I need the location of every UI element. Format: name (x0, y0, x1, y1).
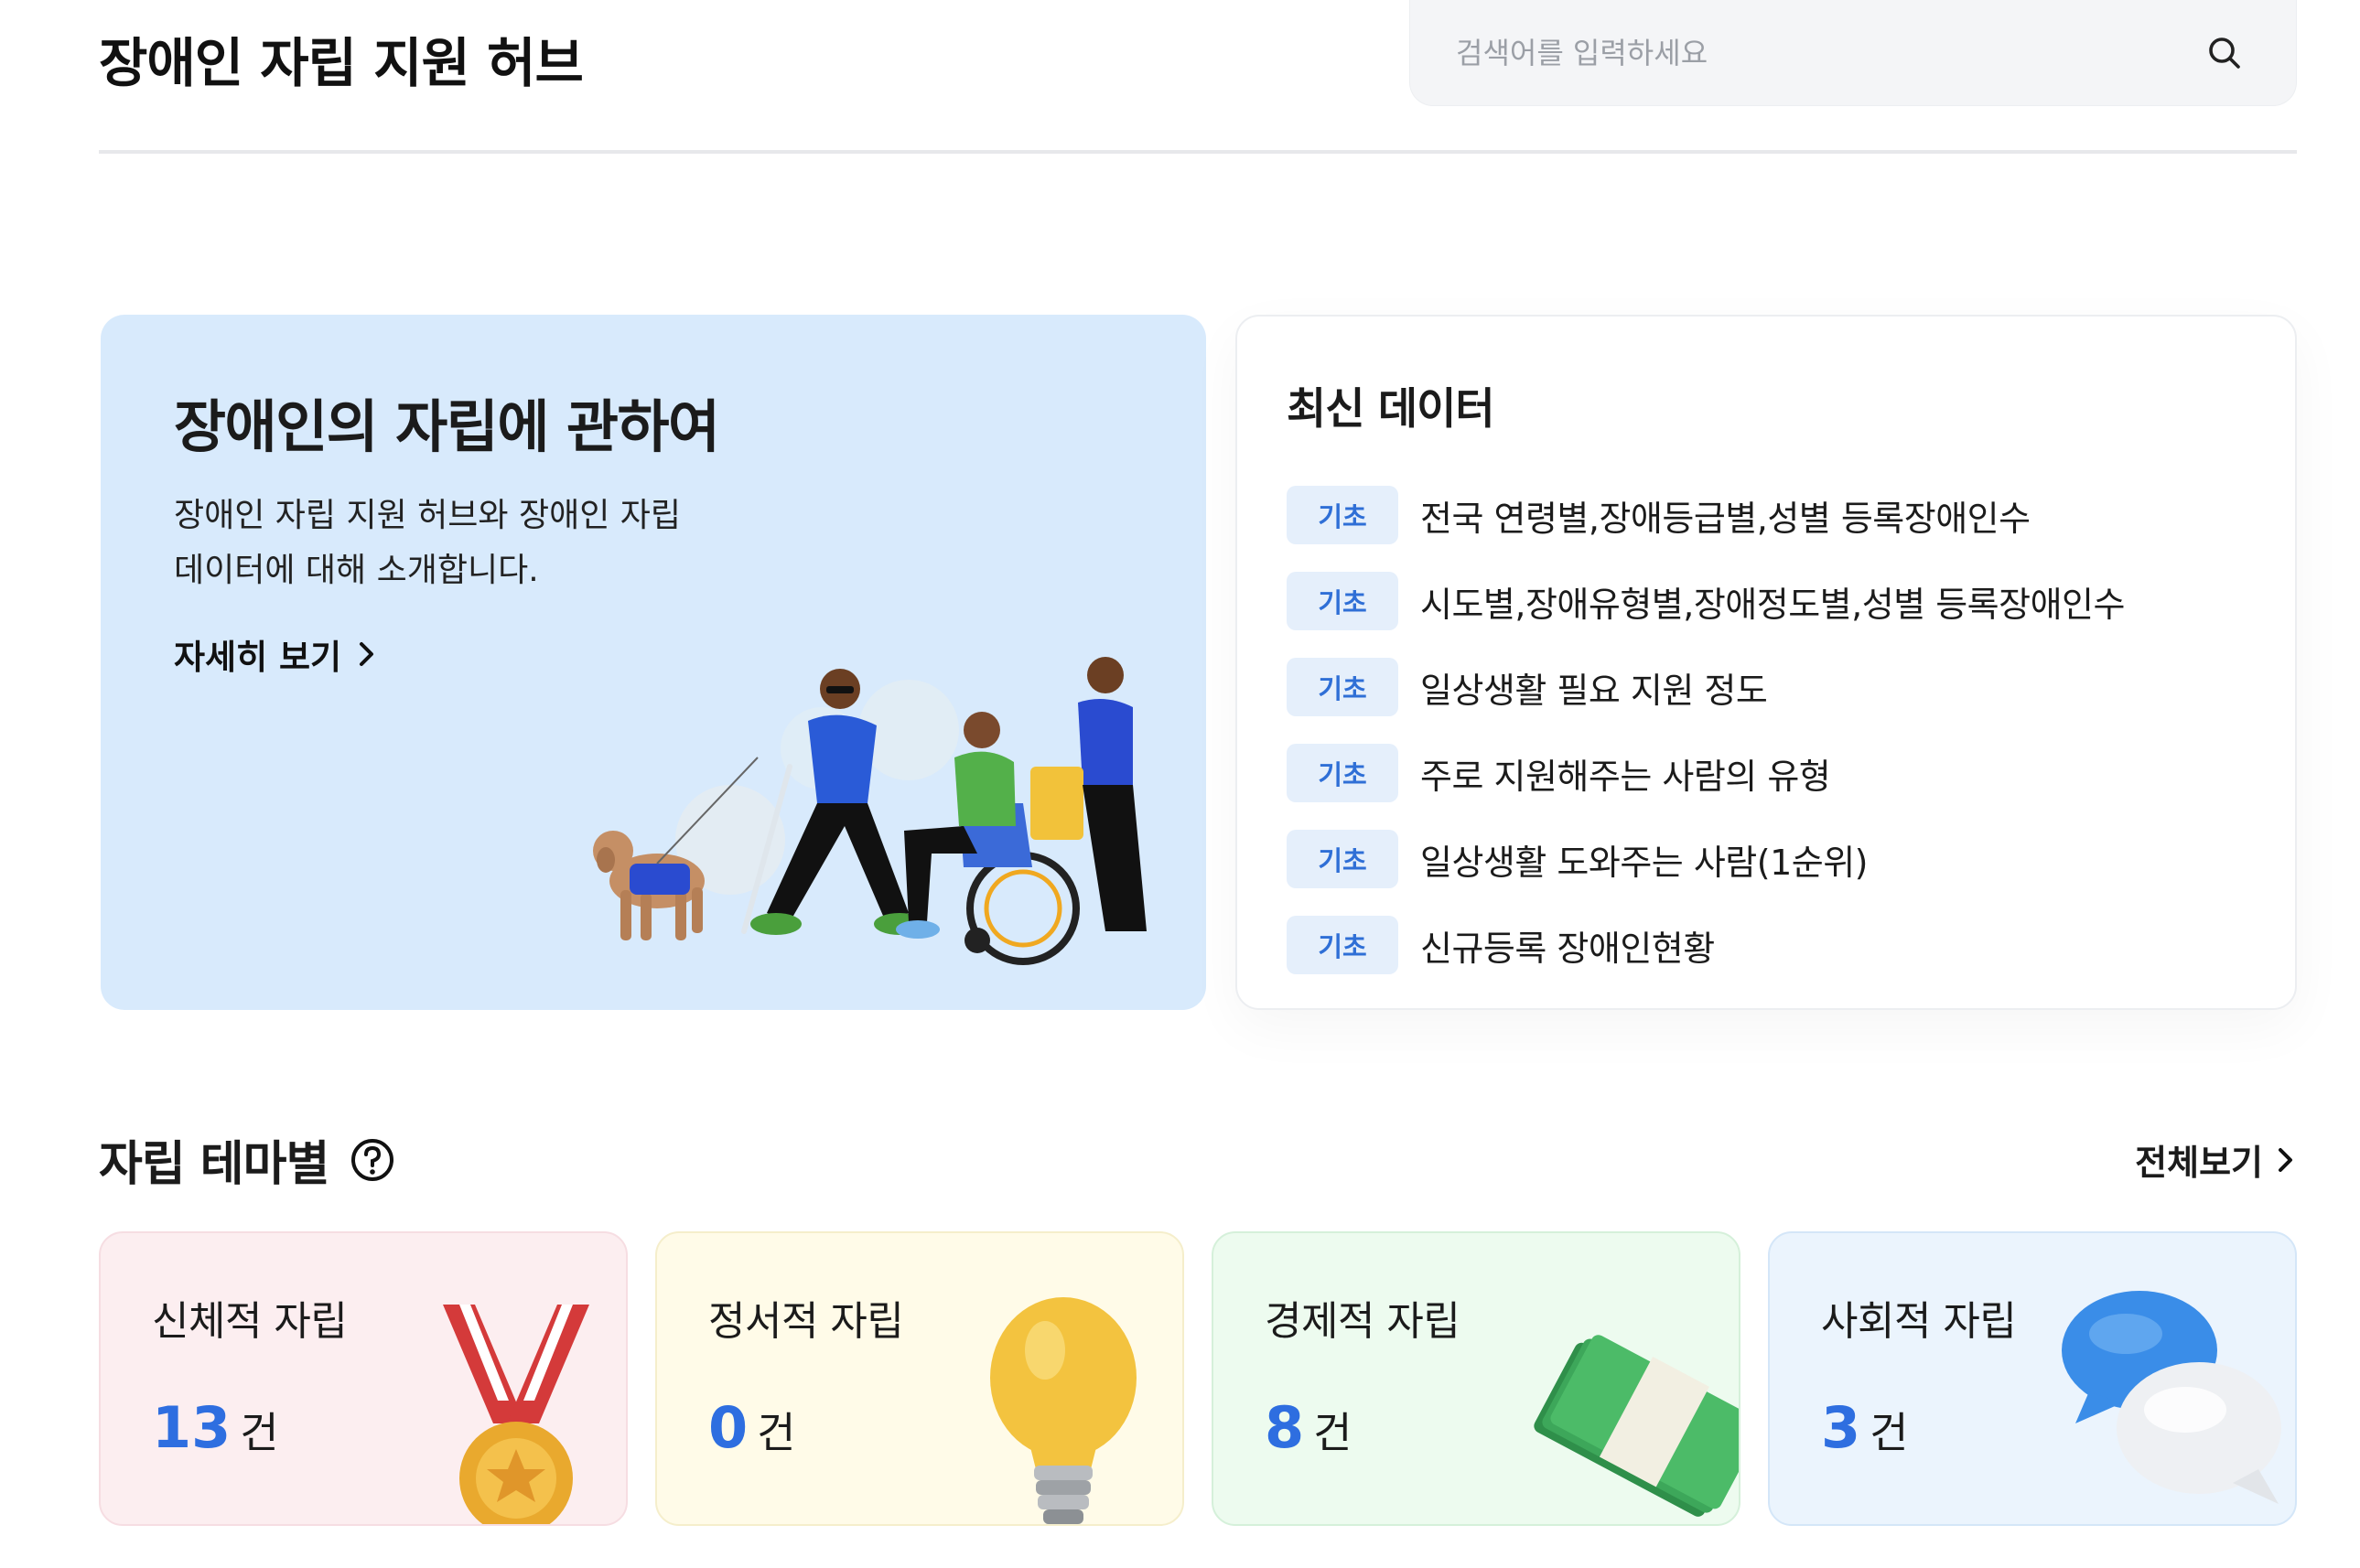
page: 장애인 자립 지원 허브 장애인의 자립에 관하여 장애인 자립 지원 허브와 … (0, 0, 2360, 1568)
theme-card-title: 경제적 자립 (1265, 1298, 1460, 1345)
view-all-link[interactable]: 전체보기 (2135, 1134, 2296, 1185)
medal-icon (443, 1305, 589, 1524)
theme-card-physical[interactable]: 신체적 자립 13 건 (99, 1231, 628, 1526)
latest-data-item-title: 주로 지원해주는 사람의 유형 (1420, 756, 1831, 797)
category-badge: 기초 (1287, 916, 1398, 974)
latest-data-list: 기초 전국 연령별,장애등급별,성별 등록장애인수 기초 시도별,장애유형별,장… (1287, 472, 2257, 988)
chevron-right-icon (360, 642, 374, 666)
theme-card-social[interactable]: 사회적 자립 3 건 (1768, 1231, 2297, 1526)
count-unit: 건 (1870, 1408, 1909, 1457)
latest-data-item[interactable]: 기초 전국 연령별,장애등급별,성별 등록장애인수 (1287, 472, 2257, 558)
theme-section-header: 자립 테마별 (99, 1125, 396, 1194)
speech-bubbles-icon (2062, 1291, 2281, 1504)
latest-data-item-title: 일상생활 필요 지원 정도 (1420, 670, 1768, 711)
count-number: 0 (708, 1394, 749, 1461)
search-button[interactable] (2199, 27, 2250, 79)
search-icon (2209, 37, 2240, 69)
theme-card-economic[interactable]: 경제적 자립 8 건 (1212, 1231, 1740, 1526)
theme-card-title: 사회적 자립 (1821, 1298, 2017, 1345)
search-bar (1409, 0, 2297, 106)
search-input[interactable] (1456, 35, 2199, 70)
category-badge: 기초 (1287, 830, 1398, 888)
intro-description: 장애인 자립 지원 허브와 장애인 자립 데이터에 대해 소개합니다. (174, 489, 760, 598)
theme-card-count: 8 건 (1265, 1394, 1352, 1461)
help-icon[interactable] (349, 1136, 396, 1184)
count-number: 13 (152, 1394, 232, 1461)
latest-data-title: 최신 데이터 (1287, 384, 1495, 435)
latest-data-item-title: 일상생활 도와주는 사람(1순위) (1420, 842, 1869, 883)
theme-card-title: 신체적 자립 (152, 1298, 348, 1345)
view-all-label: 전체보기 (2135, 1143, 2263, 1183)
intro-more-label: 자세히 보기 (174, 638, 342, 677)
count-unit: 건 (757, 1408, 796, 1457)
intro-description-line: 데이터에 대해 소개합니다. (174, 552, 539, 589)
latest-data-card: 최신 데이터 기초 전국 연령별,장애등급별,성별 등록장애인수 기초 시도별,… (1235, 315, 2297, 1010)
count-number: 3 (1821, 1394, 1861, 1461)
intro-title: 장애인의 자립에 관하여 (174, 393, 720, 460)
count-unit: 건 (1313, 1408, 1352, 1457)
latest-data-item[interactable]: 기초 주로 지원해주는 사람의 유형 (1287, 730, 2257, 816)
count-unit: 건 (240, 1408, 279, 1457)
theme-card-emotional[interactable]: 정서적 자립 0 건 (655, 1231, 1184, 1526)
theme-card-count: 13 건 (152, 1394, 279, 1461)
category-badge: 기초 (1287, 486, 1398, 544)
theme-section-title: 자립 테마별 (99, 1137, 329, 1192)
intro-card: 장애인의 자립에 관하여 장애인 자립 지원 허브와 장애인 자립 데이터에 대… (101, 315, 1206, 1010)
intro-more-link[interactable]: 자세히 보기 (174, 629, 378, 679)
category-badge: 기초 (1287, 572, 1398, 630)
header-divider (99, 150, 2297, 154)
lightbulb-icon (990, 1297, 1137, 1524)
latest-data-item-title: 시도별,장애유형별,장애정도별,성별 등록장애인수 (1420, 584, 2125, 625)
site-title[interactable]: 장애인 자립 지원 허브 (99, 20, 584, 97)
latest-data-item-title: 전국 연령별,장애등급별,성별 등록장애인수 (1420, 498, 2031, 539)
category-badge: 기초 (1287, 658, 1398, 716)
theme-card-count: 0 건 (708, 1394, 795, 1461)
latest-data-item[interactable]: 기초 일상생활 필요 지원 정도 (1287, 644, 2257, 730)
chevron-right-icon (2279, 1147, 2292, 1172)
latest-data-item-title: 신규등록 장애인현황 (1420, 928, 1715, 969)
latest-data-item[interactable]: 기초 일상생활 도와주는 사람(1순위) (1287, 816, 2257, 902)
count-number: 8 (1265, 1394, 1305, 1461)
people-walking-illustration (593, 657, 1147, 965)
category-badge: 기초 (1287, 744, 1398, 802)
money-stack-icon (1534, 1335, 1739, 1517)
theme-card-count: 3 건 (1821, 1394, 1908, 1461)
theme-card-title: 정서적 자립 (708, 1298, 904, 1345)
latest-data-item[interactable]: 기초 시도별,장애유형별,장애정도별,성별 등록장애인수 (1287, 558, 2257, 644)
intro-description-line: 장애인 자립 지원 허브와 장애인 자립 (174, 497, 682, 534)
latest-data-item[interactable]: 기초 신규등록 장애인현황 (1287, 902, 2257, 988)
